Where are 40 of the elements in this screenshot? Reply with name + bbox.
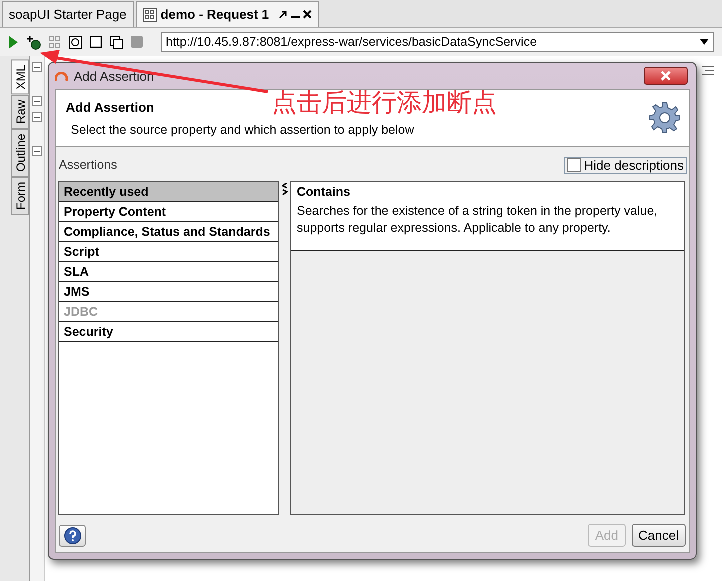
dropdown-icon[interactable] — [700, 39, 709, 45]
add-assertion-icon[interactable] — [26, 34, 41, 50]
close-icon[interactable] — [303, 10, 312, 19]
assertions-label: Assertions — [59, 158, 118, 172]
app-icon — [55, 70, 68, 82]
annotation-text: 点击后进行添加断点 — [272, 87, 497, 119]
category-item[interactable]: SLA — [59, 262, 278, 282]
dialog-title: Add Assertion — [74, 68, 156, 84]
assertion-item[interactable]: Contains Searches for the existence of a string token in the property value, supports regular expressions. Applicable to any property. — [291, 182, 684, 251]
category-item[interactable]: JMS — [59, 282, 278, 302]
help-button[interactable] — [59, 524, 86, 546]
splitter-arrows-icon[interactable] — [282, 183, 288, 195]
collapse-icon[interactable] — [32, 62, 42, 72]
collapse-icon[interactable] — [32, 146, 42, 156]
assertion-description: Searches for the existence of a string token in the property value, supports regular expressions. Applicable to any property. — [297, 203, 659, 237]
assertion-name: Contains — [297, 185, 352, 199]
gear-icon — [649, 102, 681, 134]
menu-icon[interactable] — [702, 66, 714, 76]
category-item[interactable]: Recently used — [59, 182, 278, 202]
category-item[interactable]: Script — [59, 242, 278, 262]
copy-icon[interactable] — [110, 36, 123, 48]
category-item[interactable]: Security — [59, 322, 278, 342]
detach-icon[interactable] — [279, 10, 288, 19]
view-tab[interactable]: Outline — [11, 128, 29, 177]
view-tab[interactable]: Form — [11, 176, 29, 215]
play-icon[interactable] — [8, 36, 18, 48]
view-tab[interactable]: XML — [11, 60, 29, 95]
close-icon — [661, 71, 671, 81]
view-tab[interactable]: Raw — [11, 94, 29, 129]
help-icon — [64, 526, 82, 544]
dialog-button[interactable]: Cancel — [632, 524, 686, 547]
dialog-subtitle: Select the source property and which assertion to apply below — [70, 122, 414, 136]
close-button[interactable] — [644, 67, 688, 85]
url-field[interactable]: http://10.45.9.87:8081/express-war/services/basicDataSyncService — [161, 32, 714, 52]
editor-tab[interactable]: soapUI Starter Page — [2, 1, 134, 27]
editor-tab[interactable]: demo - Request 1 — [136, 1, 320, 27]
category-item[interactable]: Compliance, Status and Standards — [59, 222, 278, 242]
category-item[interactable]: Property Content — [59, 202, 278, 222]
dialog-heading: Add Assertion — [66, 100, 154, 114]
hide-descriptions-checkbox[interactable]: Hide descriptions — [564, 156, 687, 174]
